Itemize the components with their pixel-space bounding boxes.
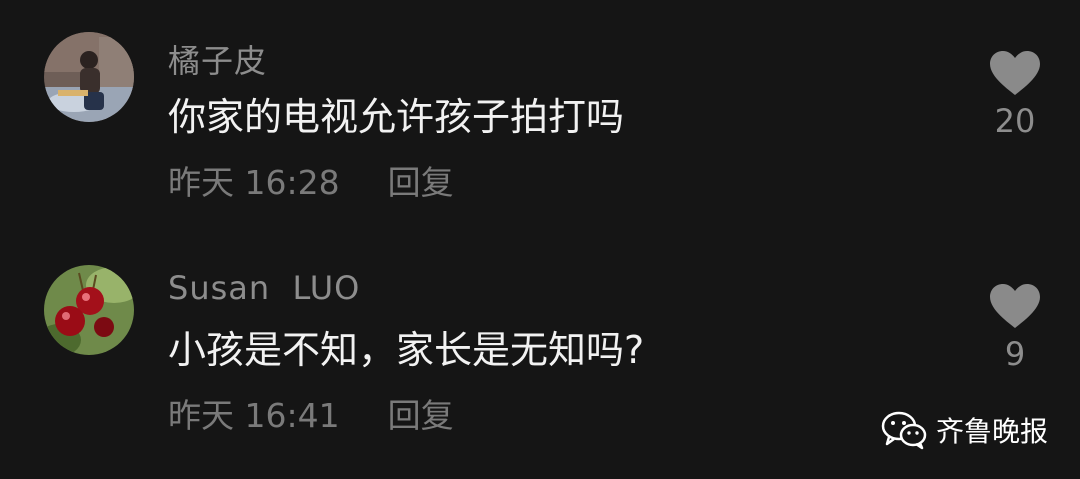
comment-time: 昨天 16:28 (168, 163, 340, 202)
wechat-icon (881, 411, 927, 450)
comment-time: 昨天 16:41 (168, 396, 340, 435)
username[interactable]: 橘子皮 (168, 36, 267, 82)
heart-icon (990, 51, 1040, 95)
comment-list: 橘子皮 你家的电视允许孩子拍打吗 昨天 16:28 回复 20 Susan LU… (0, 0, 1080, 479)
heart-icon (990, 284, 1040, 328)
user-photo-avatar-icon (44, 32, 134, 122)
comment-meta: 昨天 16:41 回复 (168, 389, 454, 437)
like-count: 9 (1004, 335, 1026, 373)
watermark: 齐鲁晚报 (880, 410, 1048, 450)
comment-text: 你家的电视允许孩子拍打吗 (168, 95, 625, 139)
avatar[interactable] (44, 32, 134, 122)
username[interactable]: Susan LUO (168, 269, 360, 307)
comment-meta: 昨天 16:28 回复 (168, 156, 454, 204)
like-button[interactable]: 20 (975, 50, 1055, 140)
like-count: 20 (994, 102, 1036, 140)
cherry-photo-avatar-icon (44, 265, 134, 355)
comment-text: 小孩是不知，家长是无知吗? (168, 328, 645, 372)
avatar[interactable] (44, 265, 134, 355)
watermark-brand: 齐鲁晚报 (936, 415, 1049, 448)
reply-button[interactable]: 回复 (388, 396, 454, 435)
reply-button[interactable]: 回复 (388, 163, 454, 202)
like-button[interactable]: 9 (975, 283, 1055, 373)
